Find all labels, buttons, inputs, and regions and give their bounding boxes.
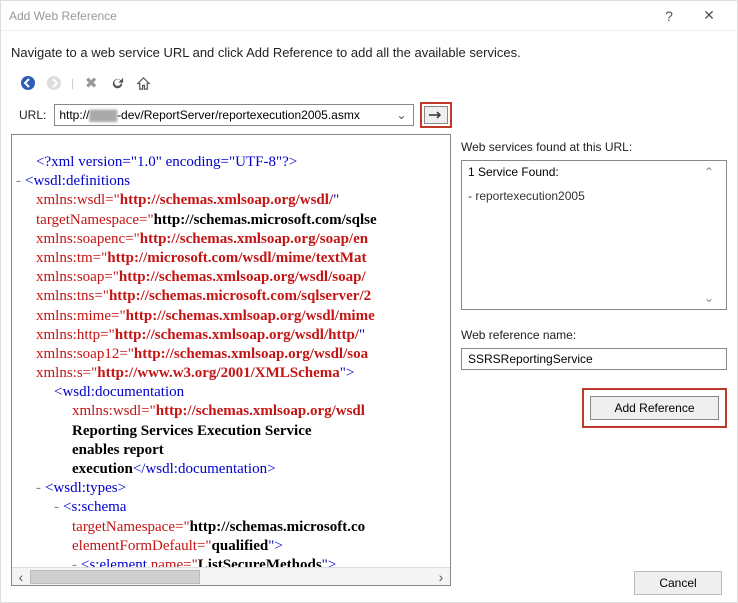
services-count: 1 Service Found: xyxy=(468,165,704,189)
scroll-right-icon[interactable]: › xyxy=(432,569,450,585)
xml-def: <wsdl:definitions xyxy=(25,173,130,189)
browser-toolbar: | ✖ xyxy=(1,70,737,102)
window-title: Add Web Reference xyxy=(9,9,649,23)
back-icon[interactable] xyxy=(19,74,37,92)
url-dropdown-icon[interactable]: ⌄ xyxy=(393,108,409,122)
instruction-text: Navigate to a web service URL and click … xyxy=(1,31,737,70)
stop-icon[interactable]: ✖ xyxy=(82,74,100,92)
xml-preview-pane: <?xml version="1.0" encoding="UTF-8"?> -… xyxy=(11,134,451,586)
titlebar: Add Web Reference ? ✕ xyxy=(1,1,737,31)
url-input[interactable]: http://▇▇▇-dev/ReportServer/reportexecut… xyxy=(54,104,414,126)
url-text-rest: -dev/ReportServer/reportexecution2005.as… xyxy=(117,108,360,122)
services-list[interactable]: 1 Service Found: - reportexecution2005 ⌃… xyxy=(461,160,727,310)
scroll-up-icon[interactable]: ⌃ xyxy=(704,165,720,179)
url-row: URL: http://▇▇▇-dev/ReportServer/reporte… xyxy=(1,102,737,134)
reference-name-input[interactable] xyxy=(461,348,727,370)
reference-name-label: Web reference name: xyxy=(461,326,727,344)
help-button[interactable]: ? xyxy=(649,8,689,24)
toolbar-separator: | xyxy=(71,76,74,90)
services-header: Web services found at this URL: xyxy=(461,138,727,156)
xml-content: <?xml version="1.0" encoding="UTF-8"?> -… xyxy=(12,135,450,567)
go-button-highlight xyxy=(420,102,452,128)
home-icon[interactable] xyxy=(134,74,152,92)
scrollbar-thumb[interactable] xyxy=(30,570,200,584)
refresh-icon[interactable] xyxy=(108,74,126,92)
add-reference-button[interactable]: Add Reference xyxy=(590,396,719,420)
url-text-host-blurred: ▇▇▇ xyxy=(89,108,117,122)
close-button[interactable]: ✕ xyxy=(689,7,729,24)
forward-icon xyxy=(45,74,63,92)
cancel-button[interactable]: Cancel xyxy=(634,571,722,595)
service-item[interactable]: - reportexecution2005 xyxy=(468,189,704,203)
url-label: URL: xyxy=(19,108,46,122)
url-text-prefix: http:// xyxy=(59,108,89,122)
horizontal-scrollbar[interactable]: ‹ › xyxy=(12,567,450,585)
scroll-left-icon[interactable]: ‹ xyxy=(12,569,30,585)
xml-declaration: <?xml version="1.0" encoding="UTF-8"?> xyxy=(36,154,297,170)
services-scrollbar[interactable]: ⌃ ⌄ xyxy=(704,165,720,305)
scroll-down-icon[interactable]: ⌄ xyxy=(704,291,720,305)
add-reference-highlight: Add Reference xyxy=(582,388,727,428)
go-button[interactable] xyxy=(424,106,448,124)
scrollbar-track[interactable] xyxy=(30,570,432,584)
